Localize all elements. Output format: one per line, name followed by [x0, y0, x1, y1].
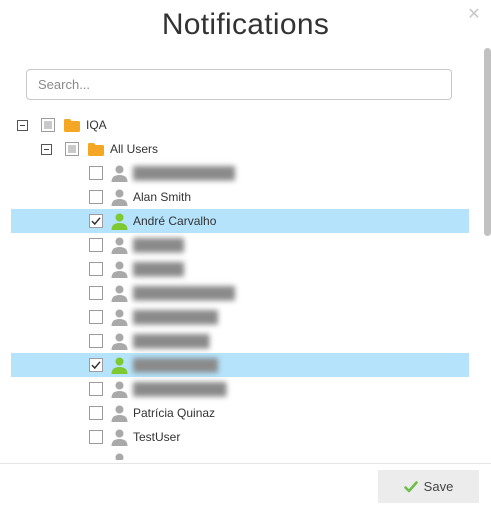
user-checkbox[interactable] [89, 190, 103, 204]
tree-node-user[interactable]: ████████████ [0, 161, 484, 185]
save-button-label: Save [423, 479, 454, 494]
user-icon [111, 333, 128, 350]
checkmark-icon [91, 217, 101, 226]
user-label: ██████ [133, 238, 185, 252]
dialog-title: Notifications [161, 8, 330, 41]
user-label: ████████████ [133, 166, 236, 180]
user-checkbox[interactable] [89, 430, 103, 444]
folder-icon [64, 119, 80, 132]
folder-icon [88, 143, 104, 156]
user-icon [111, 381, 128, 398]
user-icon [111, 237, 128, 254]
tree-node-user[interactable]: █████████ [0, 329, 484, 353]
user-icon [111, 429, 128, 446]
user-checkbox[interactable] [89, 310, 103, 324]
user-label: ███████████ [133, 382, 227, 396]
user-icon [111, 213, 128, 230]
user-label: Alan Smith [133, 190, 192, 204]
checkmark-icon [91, 361, 101, 370]
tree-node-user-selected[interactable]: ██████████ [0, 353, 484, 377]
search-input[interactable] [26, 69, 452, 100]
checkmark-icon [403, 480, 418, 492]
tree-node-user-partial [0, 449, 484, 460]
user-checkbox[interactable] [89, 406, 103, 420]
node-checkbox[interactable] [65, 142, 79, 156]
tree-node-iqa: IQA [0, 113, 484, 137]
tree-node-user[interactable]: TestUser [0, 425, 484, 449]
user-label: Patrícia Quinaz [133, 406, 216, 420]
user-checkbox-checked[interactable] [89, 214, 103, 228]
user-checkbox[interactable] [89, 382, 103, 396]
user-icon [115, 453, 124, 460]
tree-scrollbar[interactable] [484, 48, 491, 460]
user-icon [111, 189, 128, 206]
user-checkbox-checked[interactable] [89, 358, 103, 372]
tree-node-user[interactable]: Alan Smith [0, 185, 484, 209]
user-label: André Carvalho [133, 214, 217, 228]
user-label: ██████████ [133, 310, 219, 324]
user-label: █████████ [133, 334, 210, 348]
notifications-dialog: Notifications ✕ IQA All Users [0, 0, 491, 506]
user-label: TestUser [133, 430, 181, 444]
user-label: ██████ [133, 262, 185, 276]
user-label: ██████████ [133, 358, 219, 372]
user-label: ████████████ [133, 286, 236, 300]
tree-node-user[interactable]: ██████████ [0, 305, 484, 329]
user-checkbox[interactable] [89, 262, 103, 276]
collapse-toggle[interactable] [41, 144, 52, 155]
user-icon [111, 357, 128, 374]
collapse-toggle[interactable] [17, 120, 28, 131]
scrollbar-thumb[interactable] [484, 48, 491, 236]
tree-node-user[interactable]: ███████████ [0, 377, 484, 401]
user-icon [111, 261, 128, 278]
user-icon [111, 405, 128, 422]
user-icon [111, 309, 128, 326]
user-icon [111, 285, 128, 302]
user-tree: IQA All Users ████████████ Alan Smith An… [0, 113, 484, 460]
user-checkbox[interactable] [89, 166, 103, 180]
tree-node-user[interactable]: ████████████ [0, 281, 484, 305]
node-label: IQA [86, 118, 107, 132]
tree-node-all-users: All Users [0, 137, 484, 161]
user-checkbox[interactable] [89, 334, 103, 348]
node-checkbox[interactable] [41, 118, 55, 132]
tree-node-user[interactable]: ██████ [0, 257, 484, 281]
user-checkbox[interactable] [89, 238, 103, 252]
tree-node-user-selected[interactable]: André Carvalho [0, 209, 484, 233]
save-button[interactable]: Save [378, 470, 479, 503]
tree-node-user[interactable]: Patrícia Quinaz [0, 401, 484, 425]
close-icon[interactable]: ✕ [467, 7, 481, 23]
user-checkbox[interactable] [89, 286, 103, 300]
footer-divider [0, 463, 491, 464]
tree-node-user[interactable]: ██████ [0, 233, 484, 257]
user-icon [111, 165, 128, 182]
node-label: All Users [110, 142, 159, 156]
